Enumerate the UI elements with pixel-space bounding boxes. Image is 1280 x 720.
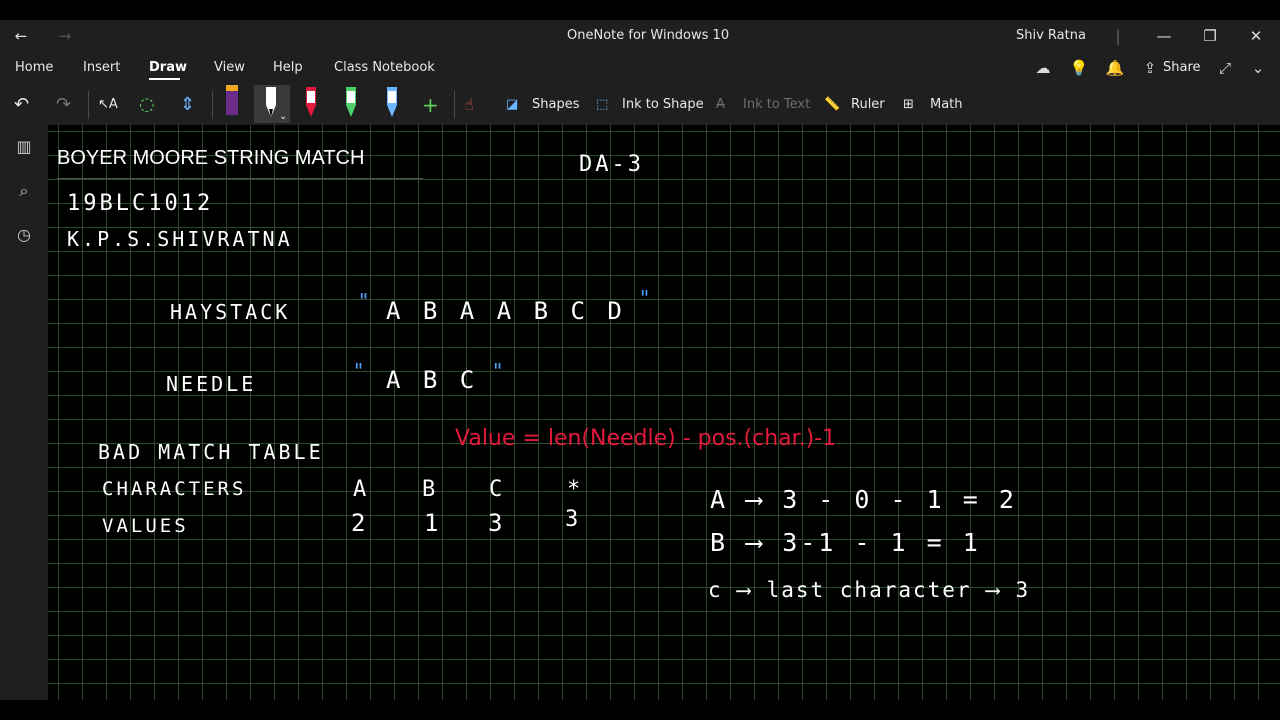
active-tab-indicator bbox=[149, 78, 180, 80]
student-name: K.P.S.SHIVRATNA bbox=[67, 227, 293, 251]
calc-line-a: A ⟶ 3 - 0 - 1 = 2 bbox=[710, 485, 1017, 514]
tab-class-notebook[interactable]: Class Notebook bbox=[334, 60, 435, 75]
math-icon[interactable]: ⊞ bbox=[903, 93, 914, 117]
value-cell: 3 bbox=[565, 507, 582, 532]
values-row-label: VALUES bbox=[102, 515, 189, 537]
tab-draw[interactable]: Draw bbox=[149, 60, 187, 75]
value-cell: 1 bbox=[424, 509, 442, 537]
characters-row-label: CHARACTERS bbox=[102, 478, 247, 500]
value-cell: 2 bbox=[351, 509, 369, 537]
tab-insert[interactable]: Insert bbox=[83, 60, 120, 75]
lasso-select-icon[interactable]: ◌ bbox=[139, 93, 155, 117]
tab-view[interactable]: View bbox=[214, 60, 245, 75]
needle-value: A B C bbox=[386, 366, 479, 394]
highlighter-pen-icon[interactable] bbox=[224, 85, 240, 117]
fullscreen-icon[interactable]: ⤢ bbox=[1213, 57, 1237, 79]
window-title: OneNote for Windows 10 bbox=[567, 28, 730, 43]
white-pen-icon[interactable] bbox=[263, 87, 279, 119]
type-select-icon[interactable]: ↖A bbox=[98, 93, 118, 117]
notebooks-icon[interactable]: ▥ bbox=[12, 135, 36, 159]
open-quote: " bbox=[354, 359, 364, 383]
restore-icon[interactable]: ❐ bbox=[1195, 25, 1225, 47]
ink-to-text-icon[interactable]: A̶ bbox=[716, 93, 725, 117]
ink-replay-icon[interactable]: ☝ bbox=[464, 93, 474, 117]
bad-match-table-title: BAD MATCH TABLE bbox=[98, 440, 324, 464]
da-label: DA-3 bbox=[579, 152, 644, 177]
redo-icon[interactable]: ↷ bbox=[56, 93, 71, 117]
open-quote: " bbox=[359, 289, 369, 313]
lightbulb-icon[interactable]: 💡 bbox=[1067, 57, 1091, 79]
tab-home[interactable]: Home bbox=[15, 60, 53, 75]
toolbar-separator bbox=[212, 91, 213, 119]
calc-line-c: c ⟶ last character ⟶ 3 bbox=[708, 578, 1031, 602]
page-title[interactable]: BOYER MOORE STRING MATCH bbox=[57, 147, 364, 170]
tab-help[interactable]: Help bbox=[273, 60, 303, 75]
char-cell: * bbox=[567, 477, 584, 502]
minimize-icon[interactable]: — bbox=[1149, 25, 1179, 47]
red-pen-icon[interactable] bbox=[303, 87, 319, 119]
shapes-button[interactable]: Shapes bbox=[532, 93, 579, 117]
char-cell: C bbox=[489, 477, 506, 502]
math-button[interactable]: Math bbox=[930, 93, 963, 117]
undo-icon[interactable]: ↶ bbox=[14, 93, 29, 117]
char-cell: A bbox=[353, 477, 370, 502]
ribbon-tabs: Home Insert Draw View Help Class Noteboo… bbox=[0, 53, 1280, 83]
haystack-value: A B A A B C D bbox=[386, 297, 626, 325]
share-button[interactable]: Share bbox=[1163, 60, 1201, 75]
back-arrow-icon[interactable]: ← bbox=[6, 25, 36, 47]
needle-label: NEEDLE bbox=[166, 372, 257, 396]
navigation-rail: ▥ ⌕ ◷ bbox=[0, 125, 48, 700]
blue-pen-icon[interactable] bbox=[384, 87, 400, 119]
more-options-icon[interactable]: ⌄ bbox=[1246, 57, 1270, 79]
shapes-icon[interactable]: ◪ bbox=[506, 93, 518, 117]
value-cell: 3 bbox=[488, 509, 506, 537]
add-space-icon[interactable]: ⇕ bbox=[180, 93, 195, 117]
toolbar-separator bbox=[88, 91, 89, 119]
note-canvas[interactable]: BOYER MOORE STRING MATCH DA-3 19BLC1012 … bbox=[48, 125, 1280, 700]
draw-toolbar: ↶ ↷ ↖A ◌ ⇕ ⌄ + ☝ ◪ Shapes ⬚ Ink to Shape… bbox=[0, 83, 1280, 125]
title-bar: ← → OneNote for Windows 10 Shiv Ratna | … bbox=[0, 20, 1280, 53]
value-formula: Value = len(Needle) - pos.(char.)-1 bbox=[455, 426, 837, 451]
share-icon[interactable]: ⇪ bbox=[1138, 57, 1162, 79]
forward-arrow-icon[interactable]: → bbox=[50, 25, 80, 47]
ink-to-shape-icon[interactable]: ⬚ bbox=[596, 93, 608, 117]
ink-to-text-button[interactable]: Ink to Text bbox=[743, 93, 810, 117]
bell-icon[interactable]: 🔔 bbox=[1103, 57, 1127, 79]
haystack-label: HAYSTACK bbox=[170, 300, 291, 324]
title-underline bbox=[57, 178, 423, 179]
reg-number: 19BLC1012 bbox=[67, 191, 214, 216]
char-cell: B bbox=[422, 477, 439, 502]
close-quote: " bbox=[493, 359, 503, 383]
recent-pages-icon[interactable]: ◷ bbox=[12, 223, 36, 247]
separator-icon: | bbox=[1115, 27, 1121, 45]
ruler-icon[interactable]: 📏 bbox=[824, 93, 840, 117]
add-pen-icon[interactable]: + bbox=[422, 93, 439, 117]
ruler-button[interactable]: Ruler bbox=[851, 93, 885, 117]
close-quote: " bbox=[640, 286, 650, 310]
user-name[interactable]: Shiv Ratna bbox=[1016, 28, 1086, 43]
close-icon[interactable]: ✕ bbox=[1241, 25, 1271, 47]
sync-status-icon[interactable]: ☁ bbox=[1031, 57, 1055, 79]
green-pen-icon[interactable] bbox=[343, 87, 359, 119]
ink-to-shape-button[interactable]: Ink to Shape bbox=[622, 93, 704, 117]
toolbar-separator bbox=[454, 91, 455, 119]
search-icon[interactable]: ⌕ bbox=[12, 179, 36, 203]
calc-line-b: B ⟶ 3-1 - 1 = 1 bbox=[710, 528, 981, 557]
